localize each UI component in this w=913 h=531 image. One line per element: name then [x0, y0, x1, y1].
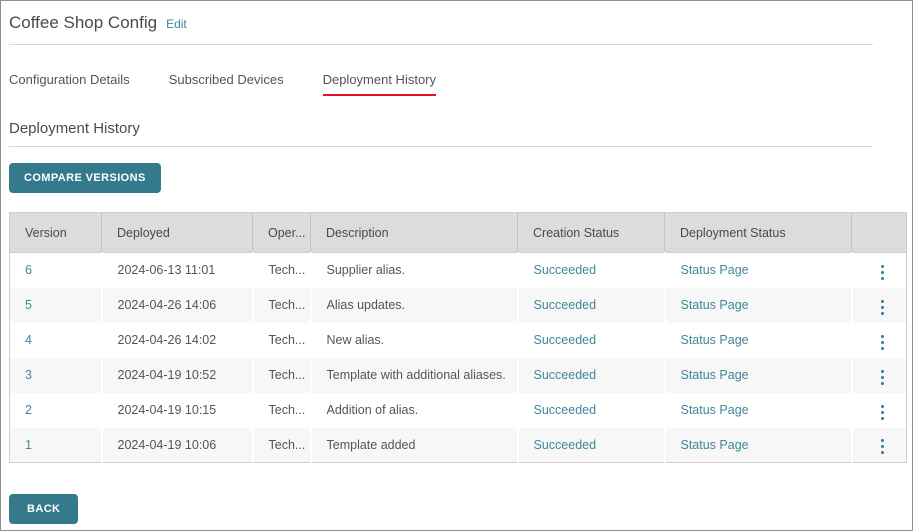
operator-cell: Tech...: [253, 288, 311, 323]
title-row: Coffee Shop Config Edit: [9, 13, 904, 33]
deployed-cell: 2024-04-19 10:06: [102, 428, 253, 463]
row-menu-kebab-icon[interactable]: [875, 435, 890, 458]
table-body: 6 2024-06-13 11:01 Tech... Supplier alia…: [10, 253, 907, 463]
version-link[interactable]: 1: [25, 438, 32, 452]
table-row: 2 2024-04-19 10:15 Tech... Addition of a…: [10, 393, 907, 428]
back-button[interactable]: BACK: [9, 494, 78, 524]
deployed-cell: 2024-04-26 14:02: [102, 323, 253, 358]
version-link[interactable]: 2: [25, 403, 32, 417]
column-header-creation-status: Creation Status: [518, 213, 665, 253]
operator-cell: Tech...: [253, 253, 311, 288]
column-header-description: Description: [311, 213, 518, 253]
description-cell: Supplier alias.: [311, 253, 518, 288]
deployment-status-link[interactable]: Status Page: [681, 403, 749, 417]
description-cell: Addition of alias.: [311, 393, 518, 428]
deployment-status-link[interactable]: Status Page: [681, 298, 749, 312]
operator-cell: Tech...: [253, 358, 311, 393]
compare-versions-button[interactable]: COMPARE VERSIONS: [9, 163, 161, 193]
row-menu-kebab-icon[interactable]: [875, 261, 890, 284]
deployed-cell: 2024-04-26 14:06: [102, 288, 253, 323]
creation-status-text: Succeeded: [534, 438, 597, 452]
table-row: 6 2024-06-13 11:01 Tech... Supplier alia…: [10, 253, 907, 288]
section-title: Deployment History: [9, 120, 904, 137]
deployment-status-link[interactable]: Status Page: [681, 333, 749, 347]
operator-cell: Tech...: [253, 323, 311, 358]
deployed-cell: 2024-04-19 10:52: [102, 358, 253, 393]
tab-deployment-history[interactable]: Deployment History: [323, 72, 436, 96]
table-row: 4 2024-04-26 14:02 Tech... New alias. Su…: [10, 323, 907, 358]
section-divider: [9, 146, 873, 147]
tab-configuration-details[interactable]: Configuration Details: [9, 72, 130, 96]
creation-status-text: Succeeded: [534, 263, 597, 277]
tab-subscribed-devices[interactable]: Subscribed Devices: [169, 72, 284, 96]
version-link[interactable]: 5: [25, 298, 32, 312]
version-link[interactable]: 3: [25, 368, 32, 382]
creation-status-text: Succeeded: [534, 298, 597, 312]
table-row: 3 2024-04-19 10:52 Tech... Template with…: [10, 358, 907, 393]
deployment-status-link[interactable]: Status Page: [681, 438, 749, 452]
page: Coffee Shop Config Edit Configuration De…: [0, 0, 913, 531]
creation-status-text: Succeeded: [534, 403, 597, 417]
row-menu-kebab-icon[interactable]: [875, 296, 890, 319]
deployed-cell: 2024-06-13 11:01: [102, 253, 253, 288]
column-header-operator: Oper...: [253, 213, 311, 253]
row-menu-kebab-icon[interactable]: [875, 366, 890, 389]
description-cell: Template with additional aliases.: [311, 358, 518, 393]
table-header: Version Deployed Oper... Description Cre…: [10, 213, 907, 253]
page-title: Coffee Shop Config: [9, 13, 157, 33]
edit-link[interactable]: Edit: [166, 17, 187, 31]
creation-status-text: Succeeded: [534, 368, 597, 382]
operator-cell: Tech...: [253, 393, 311, 428]
version-link[interactable]: 6: [25, 263, 32, 277]
table-row: 5 2024-04-26 14:06 Tech... Alias updates…: [10, 288, 907, 323]
deployed-cell: 2024-04-19 10:15: [102, 393, 253, 428]
description-cell: Template added: [311, 428, 518, 463]
deployment-history-table: Version Deployed Oper... Description Cre…: [9, 212, 907, 463]
title-divider: [9, 44, 873, 45]
row-menu-kebab-icon[interactable]: [875, 401, 890, 424]
table-row: 1 2024-04-19 10:06 Tech... Template adde…: [10, 428, 907, 463]
deployment-status-link[interactable]: Status Page: [681, 263, 749, 277]
deployment-status-link[interactable]: Status Page: [681, 368, 749, 382]
description-cell: Alias updates.: [311, 288, 518, 323]
row-menu-kebab-icon[interactable]: [875, 331, 890, 354]
description-cell: New alias.: [311, 323, 518, 358]
creation-status-text: Succeeded: [534, 333, 597, 347]
column-header-deployment-status: Deployment Status: [665, 213, 852, 253]
column-header-actions: [852, 213, 907, 253]
column-header-deployed: Deployed: [102, 213, 253, 253]
version-link[interactable]: 4: [25, 333, 32, 347]
tab-bar: Configuration Details Subscribed Devices…: [9, 72, 904, 96]
column-header-version: Version: [10, 213, 102, 253]
operator-cell: Tech...: [253, 428, 311, 463]
